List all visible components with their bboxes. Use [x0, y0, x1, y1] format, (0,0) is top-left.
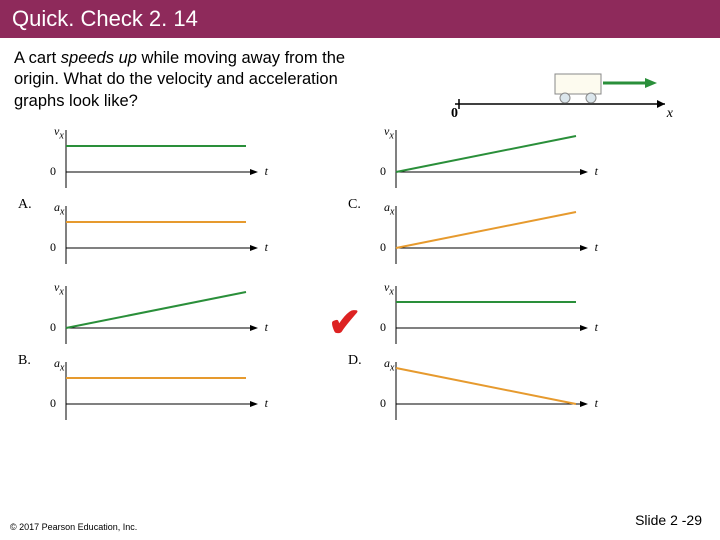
- slide-number: Slide 2 -29: [635, 512, 702, 528]
- option-a-velocity-graph: vx 0 t: [40, 122, 270, 198]
- slide-title: Quick. Check 2. 14: [0, 0, 720, 38]
- ylabel-ax: ax: [54, 200, 64, 217]
- zero-label: 0: [380, 240, 386, 255]
- t-label: t: [265, 396, 268, 411]
- ylabel-vx: vx: [54, 124, 64, 141]
- question-emphasis: speeds up: [61, 49, 137, 67]
- option-a: A. vx 0 t ax 0 t: [40, 122, 370, 274]
- cart-diagram: 0 x: [445, 66, 675, 126]
- correct-check-icon: ✔: [328, 300, 362, 346]
- t-label: t: [595, 164, 598, 179]
- option-b-velocity-graph: vx 0 t: [40, 278, 270, 354]
- ylabel-ax: ax: [384, 356, 394, 373]
- option-b-label: B.: [18, 353, 31, 369]
- ylabel-ax: ax: [384, 200, 394, 217]
- t-label: t: [595, 240, 598, 255]
- option-b: B. vx 0 t ax 0 t: [40, 278, 370, 430]
- zero-label: 0: [50, 396, 56, 411]
- zero-label: 0: [50, 240, 56, 255]
- cart-axis-label: x: [667, 106, 673, 122]
- option-c-acceleration-graph: ax 0 t: [370, 198, 600, 274]
- t-label: t: [265, 164, 268, 179]
- option-d: D. vx 0 t ax 0 t: [370, 278, 700, 430]
- option-d-velocity-graph: vx 0 t: [370, 278, 600, 354]
- zero-label: 0: [50, 320, 56, 335]
- option-c: C. vx 0 t ax 0 t: [370, 122, 700, 274]
- question-prefix: A cart: [14, 49, 61, 67]
- option-c-label: C.: [348, 197, 361, 213]
- option-a-acceleration-graph: ax 0 t: [40, 198, 270, 274]
- option-c-velocity-graph: vx 0 t: [370, 122, 600, 198]
- zero-label: 0: [50, 164, 56, 179]
- zero-label: 0: [380, 396, 386, 411]
- cart-origin-label: 0: [451, 106, 458, 122]
- cart-illustration-icon: [445, 66, 675, 121]
- question-text: A cart speeds up while moving away from …: [0, 38, 400, 116]
- zero-label: 0: [380, 320, 386, 335]
- t-label: t: [595, 320, 598, 335]
- options-grid: A. vx 0 t ax 0 t C. vx 0 t: [40, 122, 720, 434]
- ylabel-vx: vx: [384, 280, 394, 297]
- t-label: t: [595, 396, 598, 411]
- ylabel-vx: vx: [384, 124, 394, 141]
- copyright-text: © 2017 Pearson Education, Inc.: [10, 522, 137, 532]
- t-label: t: [265, 320, 268, 335]
- ylabel-vx: vx: [54, 280, 64, 297]
- ylabel-ax: ax: [54, 356, 64, 373]
- t-label: t: [265, 240, 268, 255]
- zero-label: 0: [380, 164, 386, 179]
- option-a-label: A.: [18, 197, 32, 213]
- option-d-acceleration-graph: ax 0 t: [370, 354, 600, 430]
- option-b-acceleration-graph: ax 0 t: [40, 354, 270, 430]
- option-d-label: D.: [348, 353, 362, 369]
